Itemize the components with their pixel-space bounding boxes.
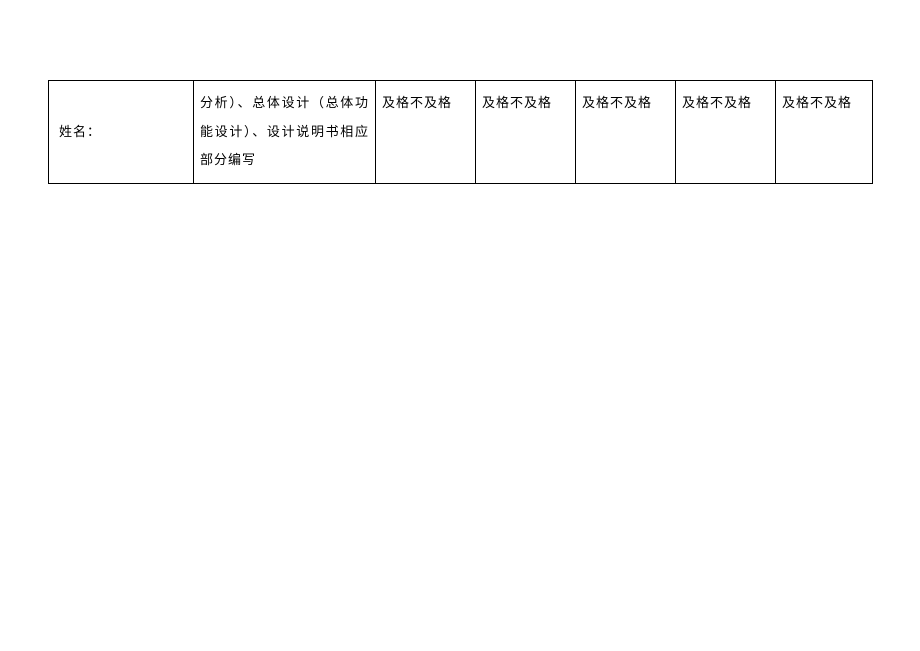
grade-text: 及格不及格 bbox=[782, 95, 852, 110]
grade-cell-2: 及格不及格 bbox=[476, 81, 576, 184]
grade-cell-1: 及格不及格 bbox=[376, 81, 476, 184]
description-cell: 分析）、总体设计（总体功能设计）、设计说明书相应部分编写 bbox=[194, 81, 376, 184]
name-label-cell: 姓名： bbox=[49, 81, 194, 184]
evaluation-table: 姓名： 分析）、总体设计（总体功能设计）、设计说明书相应部分编写 及格不及格 及… bbox=[48, 80, 873, 184]
name-label: 姓名： bbox=[59, 124, 101, 139]
grade-text: 及格不及格 bbox=[682, 95, 752, 110]
grade-cell-4: 及格不及格 bbox=[676, 81, 776, 184]
grade-text: 及格不及格 bbox=[582, 95, 652, 110]
grade-cell-3: 及格不及格 bbox=[576, 81, 676, 184]
grade-cell-5: 及格不及格 bbox=[776, 81, 873, 184]
grade-text: 及格不及格 bbox=[382, 95, 452, 110]
table-row: 姓名： 分析）、总体设计（总体功能设计）、设计说明书相应部分编写 及格不及格 及… bbox=[49, 81, 873, 184]
grade-text: 及格不及格 bbox=[482, 95, 552, 110]
description-text: 分析）、总体设计（总体功能设计）、设计说明书相应部分编写 bbox=[200, 95, 369, 167]
document-table: 姓名： 分析）、总体设计（总体功能设计）、设计说明书相应部分编写 及格不及格 及… bbox=[48, 80, 872, 184]
